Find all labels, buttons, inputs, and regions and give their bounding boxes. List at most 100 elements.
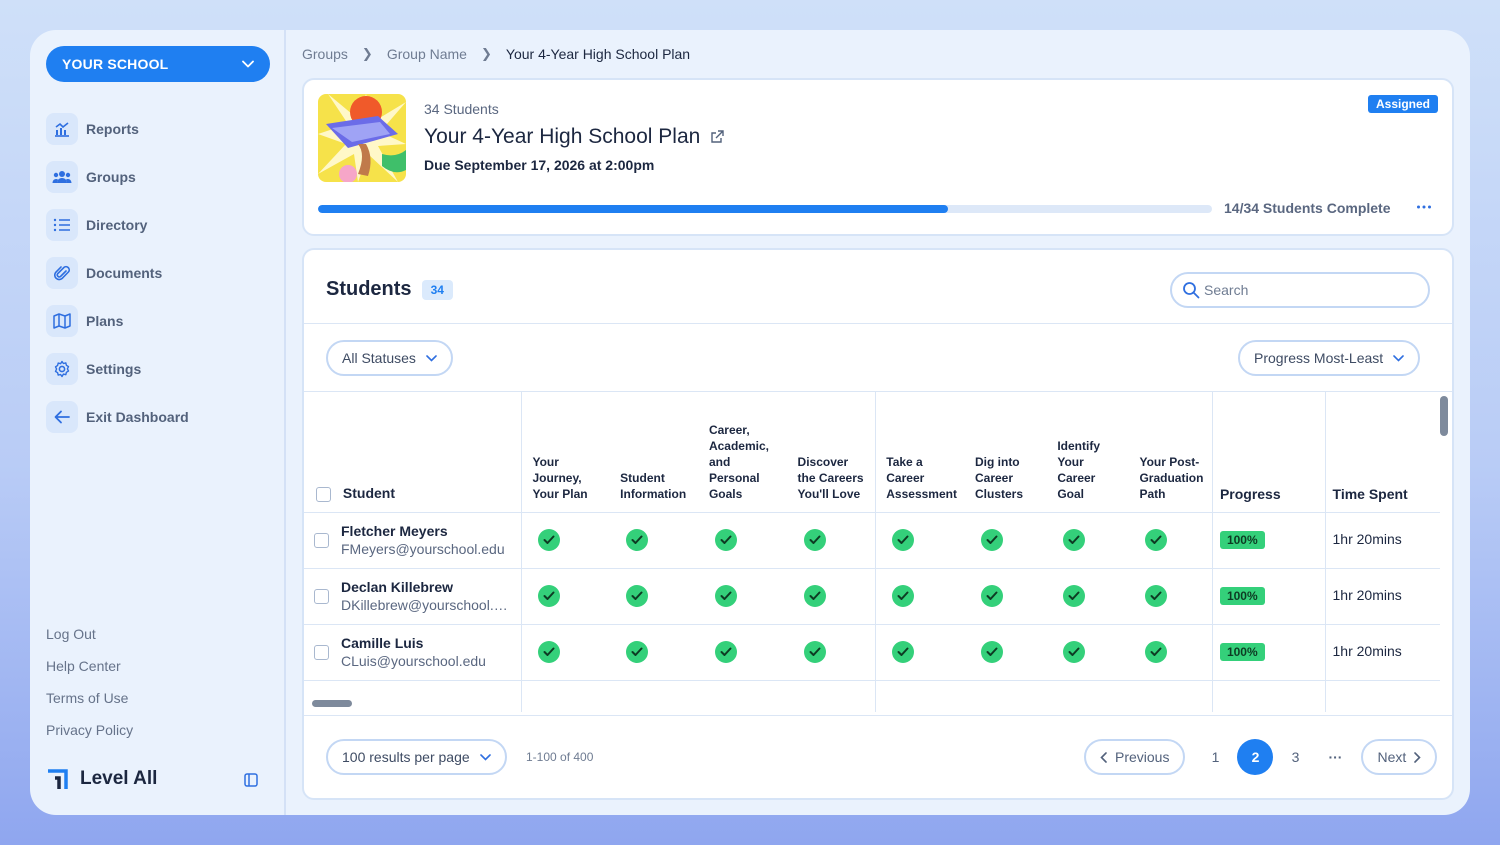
check-circle-icon <box>980 529 1003 551</box>
status-filter-dropdown[interactable]: All Statuses <box>326 340 453 376</box>
check-circle-icon <box>892 641 915 663</box>
table-row[interactable] <box>304 679 1440 712</box>
more-options-icon[interactable] <box>1416 199 1432 215</box>
breadcrumb-groups[interactable]: Groups <box>302 46 348 62</box>
horizontal-scrollbar[interactable] <box>312 700 352 707</box>
step-status-cell <box>964 511 1048 568</box>
progress-badge: 100% <box>1219 587 1265 605</box>
breadcrumb-current: Your 4-Year High School Plan <box>505 46 691 62</box>
page-2-button[interactable]: 2 <box>1237 739 1274 775</box>
students-table: Student Your Journey, Your Plan Student … <box>304 392 1440 712</box>
external-link-icon[interactable] <box>710 130 725 144</box>
step-status-cell <box>1047 511 1130 568</box>
students-title: Students <box>326 278 412 300</box>
search-input[interactable] <box>1204 282 1404 298</box>
row-checkbox[interactable] <box>314 644 329 660</box>
previous-label: Previous <box>1115 749 1170 765</box>
breadcrumb-group-name[interactable]: Group Name <box>387 46 467 62</box>
select-all-checkbox[interactable] <box>316 486 331 502</box>
check-circle-icon <box>803 529 826 551</box>
column-header-step-5: Take a Career Assessment <box>886 454 957 501</box>
table-row[interactable]: Declan Killebrew DKillebrew@yourschool.ed… <box>304 567 1440 624</box>
progress-cell: 100% <box>1212 567 1326 624</box>
progress-cell: 100% <box>1212 623 1326 680</box>
progress-cell <box>1212 679 1326 712</box>
check-circle-icon <box>1145 641 1168 663</box>
student-name: Camille Luis <box>341 635 424 651</box>
previous-page-button[interactable]: Previous <box>1084 739 1186 775</box>
chevron-right-icon: ❯ <box>361 46 373 61</box>
arrow-left-icon <box>46 401 78 433</box>
students-table-scroll[interactable]: Student Your Journey, Your Plan Student … <box>304 392 1440 712</box>
sidebar-item-settings[interactable]: Settings <box>46 353 189 385</box>
plan-title: Your 4-Year High School Plan <box>424 125 725 149</box>
sidebar-item-groups[interactable]: Groups <box>46 161 189 193</box>
step-status-cell <box>875 567 965 624</box>
sidebar-item-exit-dashboard[interactable]: Exit Dashboard <box>46 401 189 433</box>
plan-thumbnail <box>318 94 406 182</box>
help-center-link[interactable]: Help Center <box>46 657 133 689</box>
sidebar-item-reports[interactable]: Reports <box>46 113 189 145</box>
page-3-button[interactable]: 3 <box>1277 739 1313 775</box>
column-header-step-6: Dig into Career Clusters <box>974 454 1024 501</box>
sidebar-item-plans[interactable]: Plans <box>46 305 189 337</box>
check-circle-icon <box>803 585 826 607</box>
sidebar-item-documents[interactable]: Documents <box>46 257 189 289</box>
results-per-page-dropdown[interactable]: 100 results per page <box>326 739 507 775</box>
step-status-cell <box>521 567 611 624</box>
step-status-cell <box>1047 623 1130 680</box>
step-status-cell <box>521 679 611 712</box>
sidebar-item-label: Groups <box>86 169 136 185</box>
sidebar-collapse-icon[interactable] <box>244 773 258 787</box>
sidebar-item-directory[interactable]: Directory <box>46 209 189 241</box>
step-status-cell <box>964 623 1048 680</box>
row-checkbox[interactable] <box>314 532 329 548</box>
step-status-cell <box>610 679 699 712</box>
step-status-cell <box>1129 567 1213 624</box>
time-spent-cell: 1hr 20mins <box>1325 623 1440 680</box>
vertical-scrollbar[interactable] <box>1440 396 1448 436</box>
check-circle-icon <box>538 585 561 607</box>
table-row[interactable]: Camille Luis CLuis@yourschool.edu 100% 1hr … <box>304 623 1440 680</box>
column-header-progress: Progress <box>1212 392 1326 512</box>
plan-due-date: Due September 17, 2026 at 2:00pm <box>424 157 655 173</box>
students-panel: Students 34 All Statuses Progress Most-L… <box>302 248 1454 800</box>
time-spent: 1hr 20mins <box>1332 587 1402 603</box>
gear-icon <box>46 353 78 385</box>
log-out-link[interactable]: Log Out <box>46 625 133 657</box>
step-status-cell <box>875 623 965 680</box>
plan-summary-card: 34 Students Your 4-Year High School Plan… <box>302 78 1454 236</box>
row-checkbox[interactable] <box>314 588 329 604</box>
check-circle-icon <box>714 585 737 607</box>
chevron-left-icon <box>1100 751 1107 763</box>
chevron-down-icon <box>479 753 491 761</box>
privacy-policy-link[interactable]: Privacy Policy <box>46 721 133 753</box>
column-header-step-3: Career, Academic, and Personal Goals <box>708 422 769 501</box>
column-header-step-8: Your Post-Graduation Path <box>1129 392 1213 512</box>
terms-of-use-link[interactable]: Terms of Use <box>46 689 133 721</box>
school-selector-button[interactable]: YOUR SCHOOL <box>46 46 270 82</box>
student-email: FMeyers@yourschool.edu <box>341 541 505 557</box>
column-header-label: Student <box>342 484 395 501</box>
check-circle-icon <box>980 641 1003 663</box>
step-status-cell <box>610 567 699 624</box>
column-header-step-7: Identify Your Career Goal <box>1057 438 1100 501</box>
school-selector-label: YOUR SCHOOL <box>62 56 169 72</box>
sort-dropdown[interactable]: Progress Most-Least <box>1238 340 1421 376</box>
student-email: CLuis@yourschool.edu <box>341 653 486 669</box>
progress-cell: 100% <box>1212 511 1326 568</box>
plan-title-text: Your 4-Year High School Plan <box>424 125 701 148</box>
table-row[interactable]: Fletcher Meyers FMeyers@yourschool.edu 100… <box>304 511 1440 568</box>
step-status-cell <box>698 623 788 680</box>
check-circle-icon <box>626 585 649 607</box>
search-icon <box>1183 282 1200 299</box>
results-range: 1-100 of 400 <box>526 750 594 764</box>
column-header-step-2: Student Information <box>620 470 687 501</box>
results-per-page-value: 100 results per page <box>342 749 470 765</box>
student-cell: Fletcher Meyers FMeyers@yourschool.edu <box>304 511 523 568</box>
next-page-button[interactable]: Next <box>1361 739 1438 775</box>
step-status-cell <box>875 511 965 568</box>
plan-progress-fill <box>318 205 949 213</box>
chevron-right-icon <box>1414 751 1421 763</box>
page-1-button[interactable]: 1 <box>1197 739 1233 775</box>
